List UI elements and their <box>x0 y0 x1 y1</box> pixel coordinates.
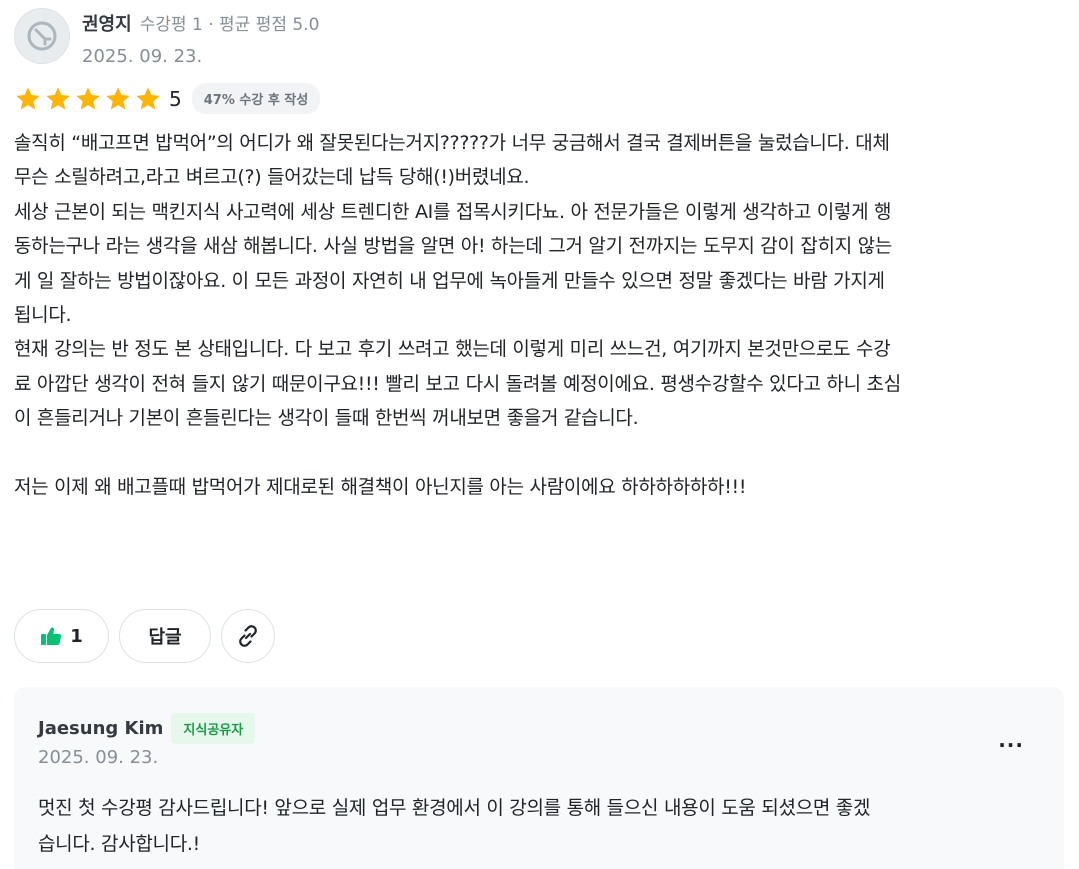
rating-value: 5 <box>169 86 182 111</box>
text-line <box>14 436 1064 470</box>
author-block: 권영지 수강평 1 · 평균 평점 5.0 2025. 09. 23. <box>82 10 319 67</box>
review-date: 2025. 09. 23. <box>82 46 203 67</box>
more-options-button[interactable]: ··· <box>998 733 1024 757</box>
text-line: 료 아깝단 생각이 전혀 들지 않기 때문이구요!!! 빨리 보고 다시 돌려볼… <box>14 372 901 395</box>
link-icon <box>239 625 257 647</box>
star-rating <box>14 85 164 113</box>
star-icon <box>46 86 70 109</box>
reply-date: 2025. 09. 23. <box>38 747 159 768</box>
reply-card: Jaesung Kim 지식공유자 2025. 09. 23. ··· 멋진 첫… <box>14 687 1064 869</box>
reply-author-name[interactable]: Jaesung Kim <box>38 718 163 739</box>
reply-header: Jaesung Kim 지식공유자 <box>38 713 256 744</box>
review-page: 권영지 수강평 1 · 평균 평점 5.0 2025. 09. 23. 5 47… <box>0 0 1079 869</box>
text-line: 습니다. 감사합니다.! <box>38 833 200 855</box>
reply-body: 멋진 첫 수강평 감사드립니다! 앞으로 실제 업무 환경에서 이 강의를 통해… <box>38 790 1038 862</box>
review-body: 솔직히 “배고프면 밥먹어”의 어디가 왜 잘못된다는거지?????가 너무 궁… <box>14 126 1064 504</box>
text-line: 솔직히 “배고프면 밥먹어”의 어디가 왜 잘못된다는거지?????가 너무 궁… <box>14 132 890 154</box>
progress-badge: 47% 수강 후 작성 <box>191 83 321 114</box>
text-line: 게 일 잘하는 방법이잖아요. 이 모든 과정이 자연히 내 업무에 녹아들게 … <box>14 269 885 292</box>
author-name[interactable]: 권영지 <box>82 10 132 36</box>
avatar[interactable] <box>14 8 70 64</box>
review-header: 권영지 수강평 1 · 평균 평점 5.0 2025. 09. 23. <box>14 8 319 67</box>
star-icon <box>106 86 130 109</box>
copy-link-button[interactable] <box>221 609 275 663</box>
like-count: 1 <box>70 625 83 647</box>
text-line: 멋진 첫 수강평 감사드립니다! 앞으로 실제 업무 환경에서 이 강의를 통해… <box>38 797 871 819</box>
review-actions: 1 답글 <box>14 609 285 663</box>
reply-button-label: 답글 <box>148 627 182 648</box>
author-meta: 수강평 1 · 평균 평점 5.0 <box>139 15 320 35</box>
text-line: 저는 이제 왜 배고플때 밥먹어가 제대로된 해결책이 아닌지를 아는 사람이에… <box>14 475 747 498</box>
text-line: 이 흔들리거나 기본이 흔들린다는 생각이 들때 한번씩 꺼내보면 좋을거 같습… <box>14 407 639 430</box>
thumbs-up-icon <box>41 627 62 645</box>
text-line: 동하는구나 라는 생각을 새삼 해봅니다. 사실 방법을 알면 아! 하는데 그… <box>14 235 892 258</box>
text-line: 세상 근본이 되는 맥킨지식 사고력에 세상 트렌디한 AI를 접목시키다뇨. … <box>14 200 892 223</box>
instructor-badge: 지식공유자 <box>171 713 256 744</box>
star-icon <box>16 86 40 109</box>
star-icon <box>136 86 160 109</box>
reply-button[interactable]: 답글 <box>119 609 211 663</box>
text-line: 됩니다. <box>14 303 72 326</box>
rating-row: 5 47% 수강 후 작성 <box>14 83 321 114</box>
text-line: 현재 강의는 반 정도 본 상태입니다. 다 보고 후기 쓰려고 했는데 이렇게… <box>14 338 891 361</box>
default-avatar-icon <box>27 21 57 51</box>
star-icon <box>76 86 100 109</box>
text-line: 무슨 소릴하려고,라고 벼르고(?) 들어갔는데 납득 당해(!)버렸네요. <box>14 166 530 189</box>
like-button[interactable]: 1 <box>14 609 109 663</box>
